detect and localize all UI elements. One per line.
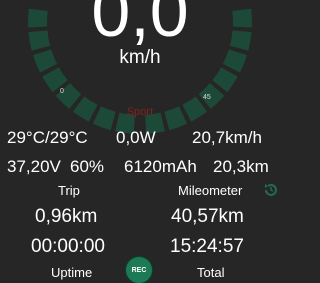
record-button[interactable]: REC (126, 257, 152, 283)
trip-distance: 0,96km (35, 206, 98, 227)
power-value: 0,0W (116, 128, 156, 147)
speed-unit: km/h (119, 47, 161, 68)
uptime-label: Uptime (51, 265, 93, 280)
gauge-max-label: 45 (203, 94, 211, 101)
avg-speed-value: 20,7km/h (192, 128, 262, 147)
gauge-min-label: 0 (60, 88, 64, 95)
total-time-value: 15:24:57 (170, 236, 244, 257)
mileometer-label: Mileometer (178, 183, 243, 198)
voltage-value: 37,20V (7, 157, 61, 176)
record-button-label: REC (131, 266, 147, 274)
temperature-value: 29°C/29°C (7, 128, 88, 147)
range-value: 20,3km (213, 157, 269, 176)
capacity-value: 6120mAh (124, 157, 197, 176)
battery-percent: 60% (70, 157, 105, 176)
trip-label: Trip (58, 183, 80, 198)
ride-mode-label: Sport (126, 106, 154, 118)
gauge-segment (212, 67, 238, 93)
total-label: Total (197, 265, 225, 280)
mileometer-distance: 40,57km (171, 206, 244, 227)
uptime-value: 00:00:00 (31, 236, 105, 257)
speed-value: 0,0 (91, 0, 189, 51)
history-icon[interactable] (262, 181, 280, 199)
